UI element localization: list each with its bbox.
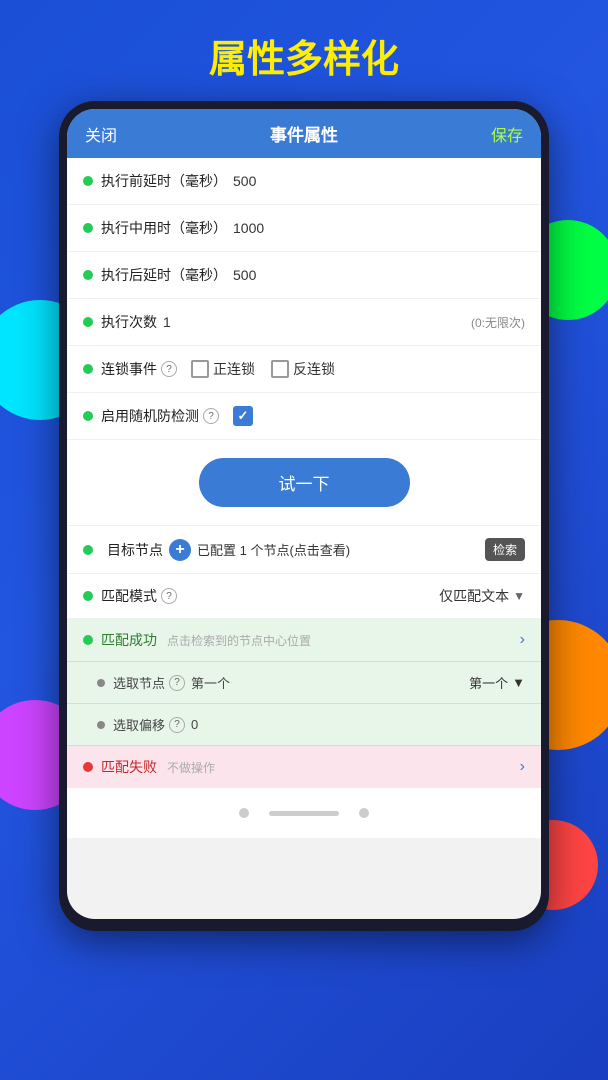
forward-chain-option[interactable]: 正连锁 (191, 359, 255, 379)
post-delay-row: 执行后延时（毫秒） 500 (67, 252, 541, 299)
match-success-dot (83, 635, 93, 645)
device-screen: 关闭 事件属性 保存 执行前延时（毫秒） 500 执行中用时（毫秒） 1000 … (67, 109, 541, 919)
topbar-title: 事件属性 (270, 121, 338, 146)
match-mode-value: 仅匹配文本 (439, 586, 509, 606)
pre-delay-row: 执行前延时（毫秒） 500 (67, 158, 541, 205)
match-fail-label: 匹配失败 (101, 757, 157, 777)
match-mode-dropdown-arrow: ▼ (513, 589, 525, 603)
pre-delay-label: 执行前延时（毫秒） (101, 171, 227, 191)
exec-count-row: 执行次数 1 (0:无限次) (67, 299, 541, 346)
select-offset-question-icon[interactable]: ? (169, 717, 185, 733)
target-node-row: 目标节点 + 已配置 1 个节点(点击查看) 检索 (67, 526, 541, 574)
select-node-question-icon[interactable]: ? (169, 675, 185, 691)
target-node-dot (83, 545, 93, 555)
exec-count-label: 执行次数 (101, 312, 157, 332)
forward-chain-checkbox[interactable] (191, 360, 209, 378)
select-node-dropdown-value: 第一个 (469, 673, 508, 692)
add-node-button[interactable]: + (169, 539, 191, 561)
nav-dot-right (359, 808, 369, 818)
exec-count-hint: (0:无限次) (471, 314, 525, 331)
try-button[interactable]: 试一下 (199, 458, 410, 507)
random-detect-question-icon[interactable]: ? (203, 408, 219, 424)
select-node-dot (97, 679, 105, 687)
pre-delay-value[interactable]: 500 (233, 173, 256, 189)
chain-event-row: 连锁事件 ? 正连锁 反连锁 (67, 346, 541, 393)
close-button[interactable]: 关闭 (85, 122, 117, 146)
try-button-row: 试一下 (67, 440, 541, 526)
chain-event-question-icon[interactable]: ? (161, 361, 177, 377)
match-mode-dot (83, 591, 93, 601)
search-badge-button[interactable]: 检索 (485, 538, 525, 561)
select-node-row: 选取节点 ? 第一个 第一个 ▼ (67, 662, 541, 704)
nav-home-bar[interactable] (269, 811, 339, 816)
chain-event-options: 正连锁 反连锁 (191, 359, 335, 379)
match-fail-dot (83, 762, 93, 772)
match-success-label: 匹配成功 (101, 630, 157, 650)
select-offset-dot (97, 721, 105, 729)
random-detect-label: 启用随机防检测 (101, 406, 199, 426)
save-button[interactable]: 保存 (491, 122, 523, 146)
nav-dot-left (239, 808, 249, 818)
random-detect-row: 启用随机防检测 ? (67, 393, 541, 440)
match-mode-question-icon[interactable]: ? (161, 588, 177, 604)
post-delay-label: 执行后延时（毫秒） (101, 265, 227, 285)
mid-delay-row: 执行中用时（毫秒） 1000 (67, 205, 541, 252)
reverse-chain-checkbox[interactable] (271, 360, 289, 378)
select-node-dropdown[interactable]: 第一个 ▼ (469, 673, 525, 692)
exec-count-value[interactable]: 1 (163, 314, 171, 330)
match-success-header[interactable]: 匹配成功 点击检索到的节点中心位置 › (67, 619, 541, 662)
device-frame: 关闭 事件属性 保存 执行前延时（毫秒） 500 执行中用时（毫秒） 1000 … (59, 101, 549, 931)
match-fail-arrow-icon: › (520, 758, 525, 776)
page-title: 属性多样化 (0, 0, 608, 101)
match-fail-header[interactable]: 匹配失败 不做操作 › (67, 746, 541, 788)
pre-delay-dot (83, 176, 93, 186)
mid-delay-value[interactable]: 1000 (233, 220, 264, 236)
top-bar: 关闭 事件属性 保存 (67, 109, 541, 158)
match-mode-label: 匹配模式 (101, 586, 157, 606)
bottom-nav-area (67, 788, 541, 838)
select-node-dropdown-arrow: ▼ (512, 675, 525, 690)
reverse-chain-option[interactable]: 反连锁 (271, 359, 335, 379)
post-delay-dot (83, 270, 93, 280)
select-offset-row: 选取偏移 ? 0 (67, 704, 541, 746)
reverse-chain-label: 反连锁 (293, 359, 335, 379)
match-mode-value-dropdown[interactable]: 仅匹配文本 ▼ (439, 586, 525, 606)
match-success-section: 匹配成功 点击检索到的节点中心位置 › 选取节点 ? 第一个 第一个 ▼ 选取偏… (67, 619, 541, 746)
match-success-arrow-icon: › (520, 631, 525, 649)
match-fail-hint: 不做操作 (167, 759, 215, 776)
forward-chain-label: 正连锁 (213, 359, 255, 379)
select-offset-label: 选取偏移 (113, 715, 165, 734)
match-fail-section: 匹配失败 不做操作 › (67, 746, 541, 788)
exec-count-dot (83, 317, 93, 327)
select-offset-value[interactable]: 0 (191, 717, 198, 732)
select-node-value: 第一个 (191, 673, 230, 692)
configured-text[interactable]: 已配置 1 个节点(点击查看) (197, 540, 479, 559)
random-detect-dot (83, 411, 93, 421)
mid-delay-dot (83, 223, 93, 233)
mid-delay-label: 执行中用时（毫秒） (101, 218, 227, 238)
match-success-hint: 点击检索到的节点中心位置 (167, 632, 311, 649)
chain-event-dot (83, 364, 93, 374)
select-node-label: 选取节点 (113, 673, 165, 692)
chain-event-label: 连锁事件 (101, 359, 157, 379)
post-delay-value[interactable]: 500 (233, 267, 256, 283)
target-node-label: 目标节点 (107, 540, 163, 560)
match-mode-row: 匹配模式 ? 仅匹配文本 ▼ (67, 574, 541, 619)
random-detect-checkbox[interactable] (233, 406, 253, 426)
